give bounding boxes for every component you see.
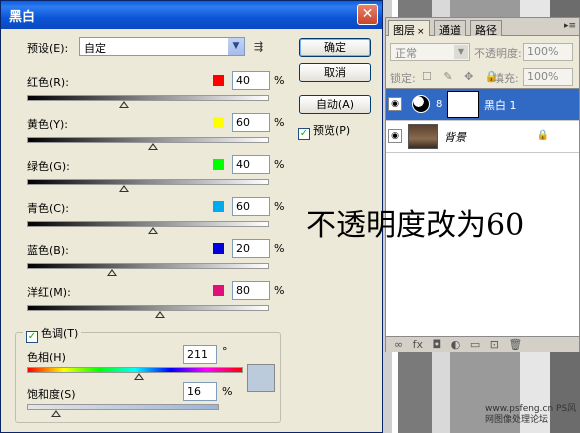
channel-slider-thumb[interactable] [147,143,158,150]
dialog-titlebar[interactable]: 黑白 ✕ [1,1,382,29]
panel-menu-icon[interactable]: ▸≡ [564,21,576,31]
hue-unit: ° [222,345,228,358]
visibility-eye-icon[interactable]: ◉ [388,97,402,111]
lock-icon: 🔒 [536,130,549,141]
tint-check-icon[interactable]: ✓ [26,331,38,343]
channel-slider-thumb[interactable] [147,227,158,234]
close-icon[interactable]: × [417,27,425,37]
opacity-input[interactable]: 100% [523,43,573,61]
channel-value-input[interactable]: 80 [232,281,270,300]
blend-mode-select[interactable]: 正常 ▼ [390,43,470,61]
preview-label: 预览(P) [313,124,351,137]
channel-unit: % [274,116,285,129]
channel-slider-track[interactable] [27,95,269,101]
channel-slider-thumb[interactable] [118,185,129,192]
layer-name: 黑白 1 [484,99,517,112]
hue-slider-thumb[interactable] [134,373,145,380]
channel-value-input[interactable]: 40 [232,71,270,90]
layer-row-black-white[interactable]: ◉ 8 黑白 1 [386,89,579,121]
tab-layers[interactable]: 图层 × [388,20,430,37]
preset-select[interactable]: 自定 ▼ [79,37,245,56]
preset-value: 自定 [84,42,106,55]
blend-mode-value: 正常 [395,47,417,60]
channel-color-swatch [213,117,224,128]
tint-checkbox[interactable]: ✓ 色调(T) [23,325,82,343]
hue-label: 色相(H) [27,351,66,364]
annotation-text: 不透明度改为60 [306,208,525,243]
channel-label: 蓝色(B): [27,244,69,257]
layer-thumbnail [408,124,438,149]
channel-slider-thumb[interactable] [106,269,117,276]
channel-slider-track[interactable] [27,263,269,269]
preset-options-icon[interactable]: ⇶ [254,40,263,53]
auto-button[interactable]: 自动(A) [299,95,371,114]
channel-unit: % [274,158,285,171]
channel-color-swatch [213,159,224,170]
channel-slider-track[interactable] [27,179,269,185]
tab-paths[interactable]: 路径 [470,20,502,37]
layer-mask-thumbnail[interactable] [448,92,478,117]
channel-value-input[interactable]: 20 [232,239,270,258]
channel-value-input[interactable]: 40 [232,155,270,174]
chevron-down-icon[interactable]: ▼ [228,38,244,55]
channel-color-swatch [213,285,224,296]
channel-slider-track[interactable] [27,305,269,311]
adjustment-layer-icon [412,95,430,113]
preview-check-icon[interactable]: ✓ [298,128,310,140]
layer-row-background[interactable]: ◉ 背景 🔒 [386,121,579,153]
chevron-down-icon[interactable]: ▼ [454,45,468,59]
lock-label: 锁定: [390,72,416,85]
opacity-label: 不透明度: [474,47,522,60]
watermark: www.psfeng.cn PS风网图像处理论坛 [485,404,577,425]
channel-label: 黄色(Y): [27,118,69,131]
layer-footer-toolbar[interactable]: ∞ fx ◘ ◐ ▭ ⊡ 🗑 [386,336,579,352]
tint-color-swatch [247,364,275,392]
hue-input[interactable]: 211 [183,345,217,364]
fill-label: 填充: [493,72,519,85]
ok-button[interactable]: 确定 [299,38,371,57]
cancel-button[interactable]: 取消 [299,63,371,82]
fill-input[interactable]: 100% [523,68,573,86]
tab-channels[interactable]: 通道 [434,20,466,37]
channel-label: 绿色(G): [27,160,70,173]
channel-label: 青色(C): [27,202,69,215]
lock-options-icons[interactable]: ☐ ✎ ✥ 🔒 [422,70,502,83]
channel-color-swatch [213,243,224,254]
channel-unit: % [274,284,285,297]
channel-unit: % [274,74,285,87]
tab-channels-label: 通道 [439,24,461,37]
channel-label: 红色(R): [27,76,69,89]
link-chain-icon[interactable]: 8 [436,99,442,110]
channel-unit: % [274,200,285,213]
channel-value-input[interactable]: 60 [232,113,270,132]
close-button[interactable]: ✕ [357,4,378,25]
channel-color-swatch [213,75,224,86]
channel-slider-thumb[interactable] [155,311,166,318]
channel-label: 洋红(M): [27,286,71,299]
preset-label: 预设(E): [27,42,69,55]
channel-unit: % [274,242,285,255]
channel-value-input[interactable]: 60 [232,197,270,216]
saturation-input[interactable]: 16 [183,382,217,401]
saturation-label: 饱和度(S) [27,388,76,401]
tint-label: 色调(T) [41,327,79,340]
saturation-unit: % [222,385,233,398]
channel-color-swatch [213,201,224,212]
visibility-eye-icon[interactable]: ◉ [388,129,402,143]
dialog-title: 黑白 [9,10,36,25]
tab-paths-label: 路径 [475,24,497,37]
layer-name: 背景 [444,131,466,144]
channel-slider-thumb[interactable] [118,101,129,108]
layers-panel: 图层 × 通道 路径 ▸≡ 正常 ▼ 不透明度: 100% 锁定: ☐ ✎ ✥ 🔒… [385,17,580,352]
tab-layers-label: 图层 [393,24,415,37]
panel-tabs: 图层 × 通道 路径 ▸≡ [386,18,579,37]
preview-checkbox[interactable]: ✓ 预览(P) [298,122,350,140]
saturation-slider-thumb[interactable] [50,410,61,417]
